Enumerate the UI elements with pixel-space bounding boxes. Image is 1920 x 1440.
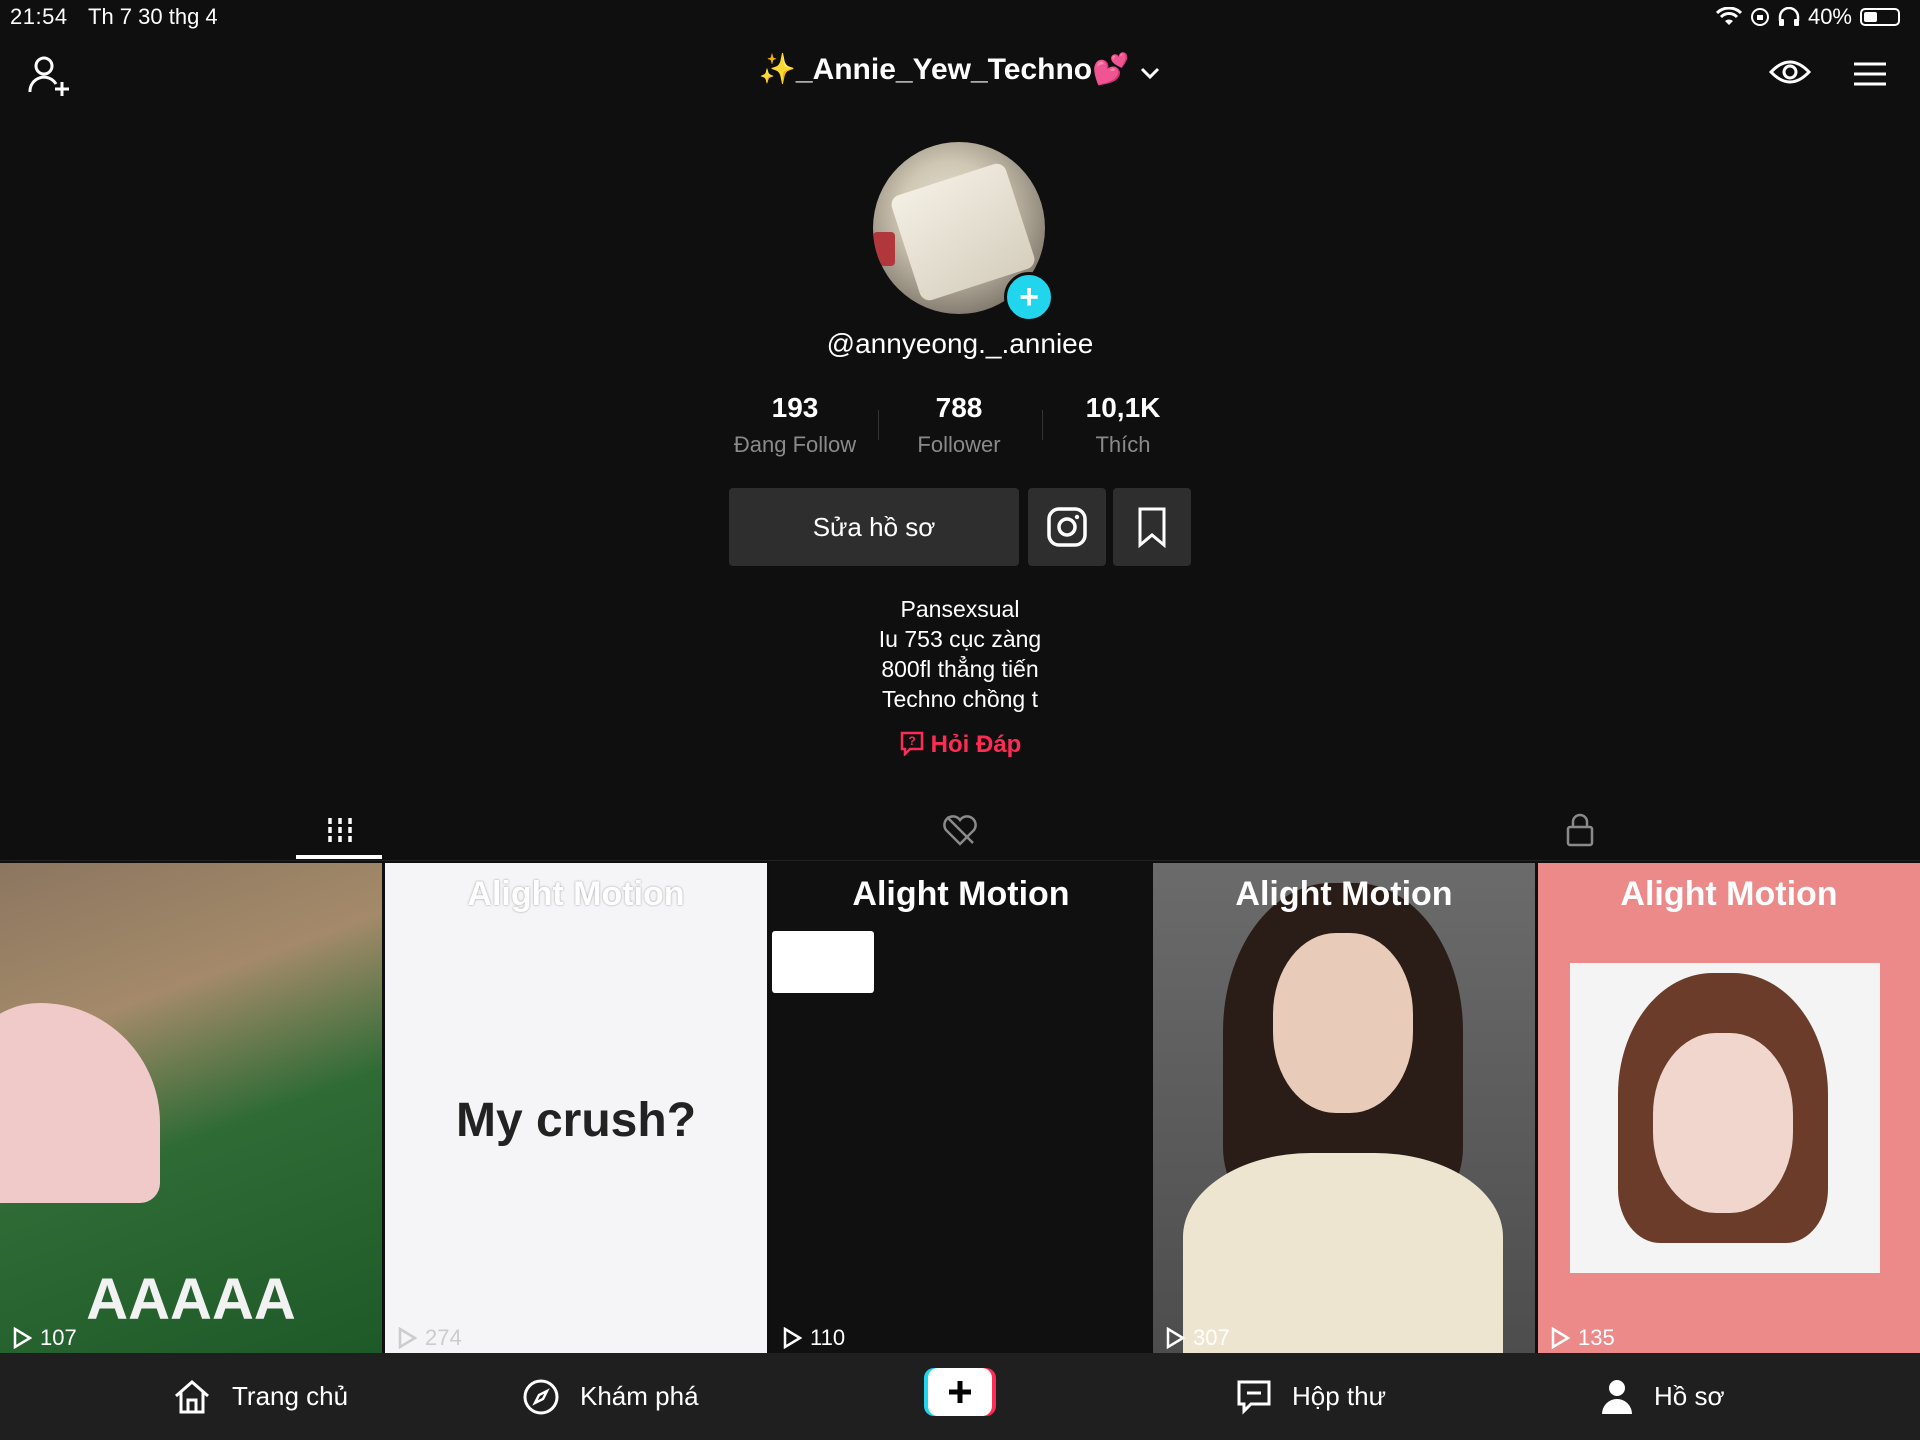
create-video-button[interactable] bbox=[924, 1368, 996, 1416]
video-watermark: Alight Motion bbox=[852, 875, 1070, 913]
bio-line: 800fl thẳng tiến bbox=[881, 656, 1039, 682]
add-avatar-plus-icon[interactable]: + bbox=[1004, 272, 1054, 322]
account-switcher[interactable]: ✨_Annie_Yew_Techno💕 bbox=[0, 52, 1920, 88]
qa-label: Hỏi Đáp bbox=[930, 731, 1022, 758]
bio-line: Pansexsual bbox=[900, 596, 1020, 622]
stat-likes-label: Thích bbox=[1095, 432, 1151, 457]
stat-following-count: 193 bbox=[771, 392, 819, 423]
tab-liked[interactable] bbox=[830, 800, 1090, 860]
tab-private[interactable] bbox=[1450, 800, 1710, 860]
lock-icon bbox=[1566, 813, 1594, 847]
favorites-button[interactable] bbox=[1113, 488, 1191, 566]
wifi-icon bbox=[1715, 7, 1742, 25]
bookmark-icon bbox=[1138, 507, 1166, 548]
qa-link[interactable]: ? Hỏi Đáp bbox=[0, 730, 1920, 759]
stat-following[interactable]: 193 Đang Follow bbox=[710, 392, 880, 458]
plus-icon bbox=[924, 1368, 996, 1416]
nav-home-label: Trang chủ bbox=[232, 1381, 349, 1411]
stat-followers[interactable]: 788 Follower bbox=[874, 392, 1044, 458]
status-icons: 40% bbox=[1715, 4, 1900, 30]
tab-videos[interactable] bbox=[210, 800, 470, 860]
headphones-icon bbox=[1778, 7, 1800, 26]
view-count: 107 bbox=[12, 1325, 77, 1351]
videos-grid-icon bbox=[328, 818, 352, 842]
battery-percent: 40% bbox=[1807, 4, 1852, 29]
view-count-value: 107 bbox=[40, 1325, 77, 1350]
view-count-value: 274 bbox=[425, 1325, 462, 1350]
stat-followers-label: Follower bbox=[917, 432, 1001, 457]
stat-following-label: Đang Follow bbox=[733, 432, 857, 457]
video-watermark: Alight Motion bbox=[467, 875, 685, 913]
compass-icon bbox=[523, 1379, 559, 1414]
video-thumbnail[interactable]: Alight Motion 307 bbox=[1153, 863, 1535, 1353]
stat-likes[interactable]: 10,1K Thích bbox=[1038, 392, 1208, 458]
instagram-button[interactable] bbox=[1028, 488, 1106, 566]
hamburger-menu-icon bbox=[1854, 62, 1886, 86]
chevron-down-icon bbox=[1141, 68, 1160, 80]
bio: Pansexsual Iu 753 cục zàng 800fl thẳng t… bbox=[0, 594, 1920, 714]
view-count: 274 bbox=[397, 1325, 462, 1351]
question-box-icon: ? bbox=[900, 731, 923, 758]
status-date: Th 7 30 thg 4 bbox=[88, 4, 218, 29]
menu-button[interactable] bbox=[1850, 54, 1890, 94]
play-icon bbox=[398, 1327, 417, 1349]
inbox-icon bbox=[1237, 1380, 1271, 1415]
video-thumbnail[interactable]: Alight Motion My crush? 274 bbox=[385, 863, 767, 1353]
nav-inbox[interactable]: Hộp thư bbox=[1236, 1353, 1386, 1440]
active-tab-indicator bbox=[296, 855, 382, 859]
play-icon bbox=[13, 1327, 32, 1349]
view-count-value: 307 bbox=[1193, 1325, 1230, 1350]
view-count: 307 bbox=[1165, 1325, 1230, 1351]
nav-discover[interactable]: Khám phá bbox=[522, 1353, 699, 1440]
stat-followers-count: 788 bbox=[935, 392, 983, 423]
view-count-value: 110 bbox=[810, 1325, 846, 1350]
page-title: ✨_Annie_Yew_Techno💕 bbox=[758, 53, 1130, 86]
video-caption: AAAAA bbox=[86, 1267, 296, 1332]
video-watermark: Alight Motion bbox=[1235, 875, 1453, 913]
view-count: 110 bbox=[782, 1325, 845, 1351]
nav-discover-label: Khám phá bbox=[580, 1381, 699, 1411]
video-thumbnail[interactable]: AAAAA 107 bbox=[0, 863, 382, 1353]
orientation-lock-icon bbox=[1750, 8, 1769, 26]
bio-line: Iu 753 cục zàng bbox=[878, 626, 1042, 652]
play-icon bbox=[1166, 1327, 1185, 1349]
status-time: 21:54 bbox=[10, 4, 68, 29]
bio-line: Techno chồng t bbox=[881, 686, 1038, 712]
svg-text:?: ? bbox=[908, 734, 915, 748]
video-watermark: Alight Motion bbox=[1620, 875, 1838, 913]
profile-views-button[interactable] bbox=[1768, 52, 1816, 96]
home-icon bbox=[175, 1379, 209, 1413]
nav-profile-label: Hồ sơ bbox=[1654, 1381, 1725, 1411]
comment-sticker bbox=[772, 931, 874, 993]
nav-profile[interactable]: Hồ sơ bbox=[1600, 1353, 1725, 1440]
view-count-value: 135 bbox=[1578, 1325, 1615, 1350]
edit-profile-button[interactable]: Sửa hồ sơ bbox=[729, 488, 1019, 566]
video-thumbnail[interactable]: Alight Motion 110 bbox=[770, 863, 1152, 1353]
battery-icon bbox=[1860, 8, 1900, 26]
stat-likes-count: 10,1K bbox=[1085, 392, 1161, 423]
video-thumbnail[interactable]: Alight Motion 135 bbox=[1538, 863, 1920, 1353]
liked-hidden-icon bbox=[943, 815, 977, 846]
instagram-icon bbox=[1047, 507, 1087, 547]
view-count: 135 bbox=[1550, 1325, 1615, 1351]
play-icon bbox=[1551, 1327, 1570, 1349]
tab-divider bbox=[0, 860, 1920, 861]
play-icon bbox=[783, 1327, 802, 1349]
profile-icon bbox=[1602, 1379, 1632, 1414]
nav-home[interactable]: Trang chủ bbox=[172, 1353, 348, 1440]
username: @annyeong._.anniee bbox=[826, 328, 1094, 359]
nav-inbox-label: Hộp thư bbox=[1292, 1381, 1387, 1411]
eye-icon bbox=[1768, 60, 1812, 84]
video-caption: My crush? bbox=[455, 1094, 697, 1147]
